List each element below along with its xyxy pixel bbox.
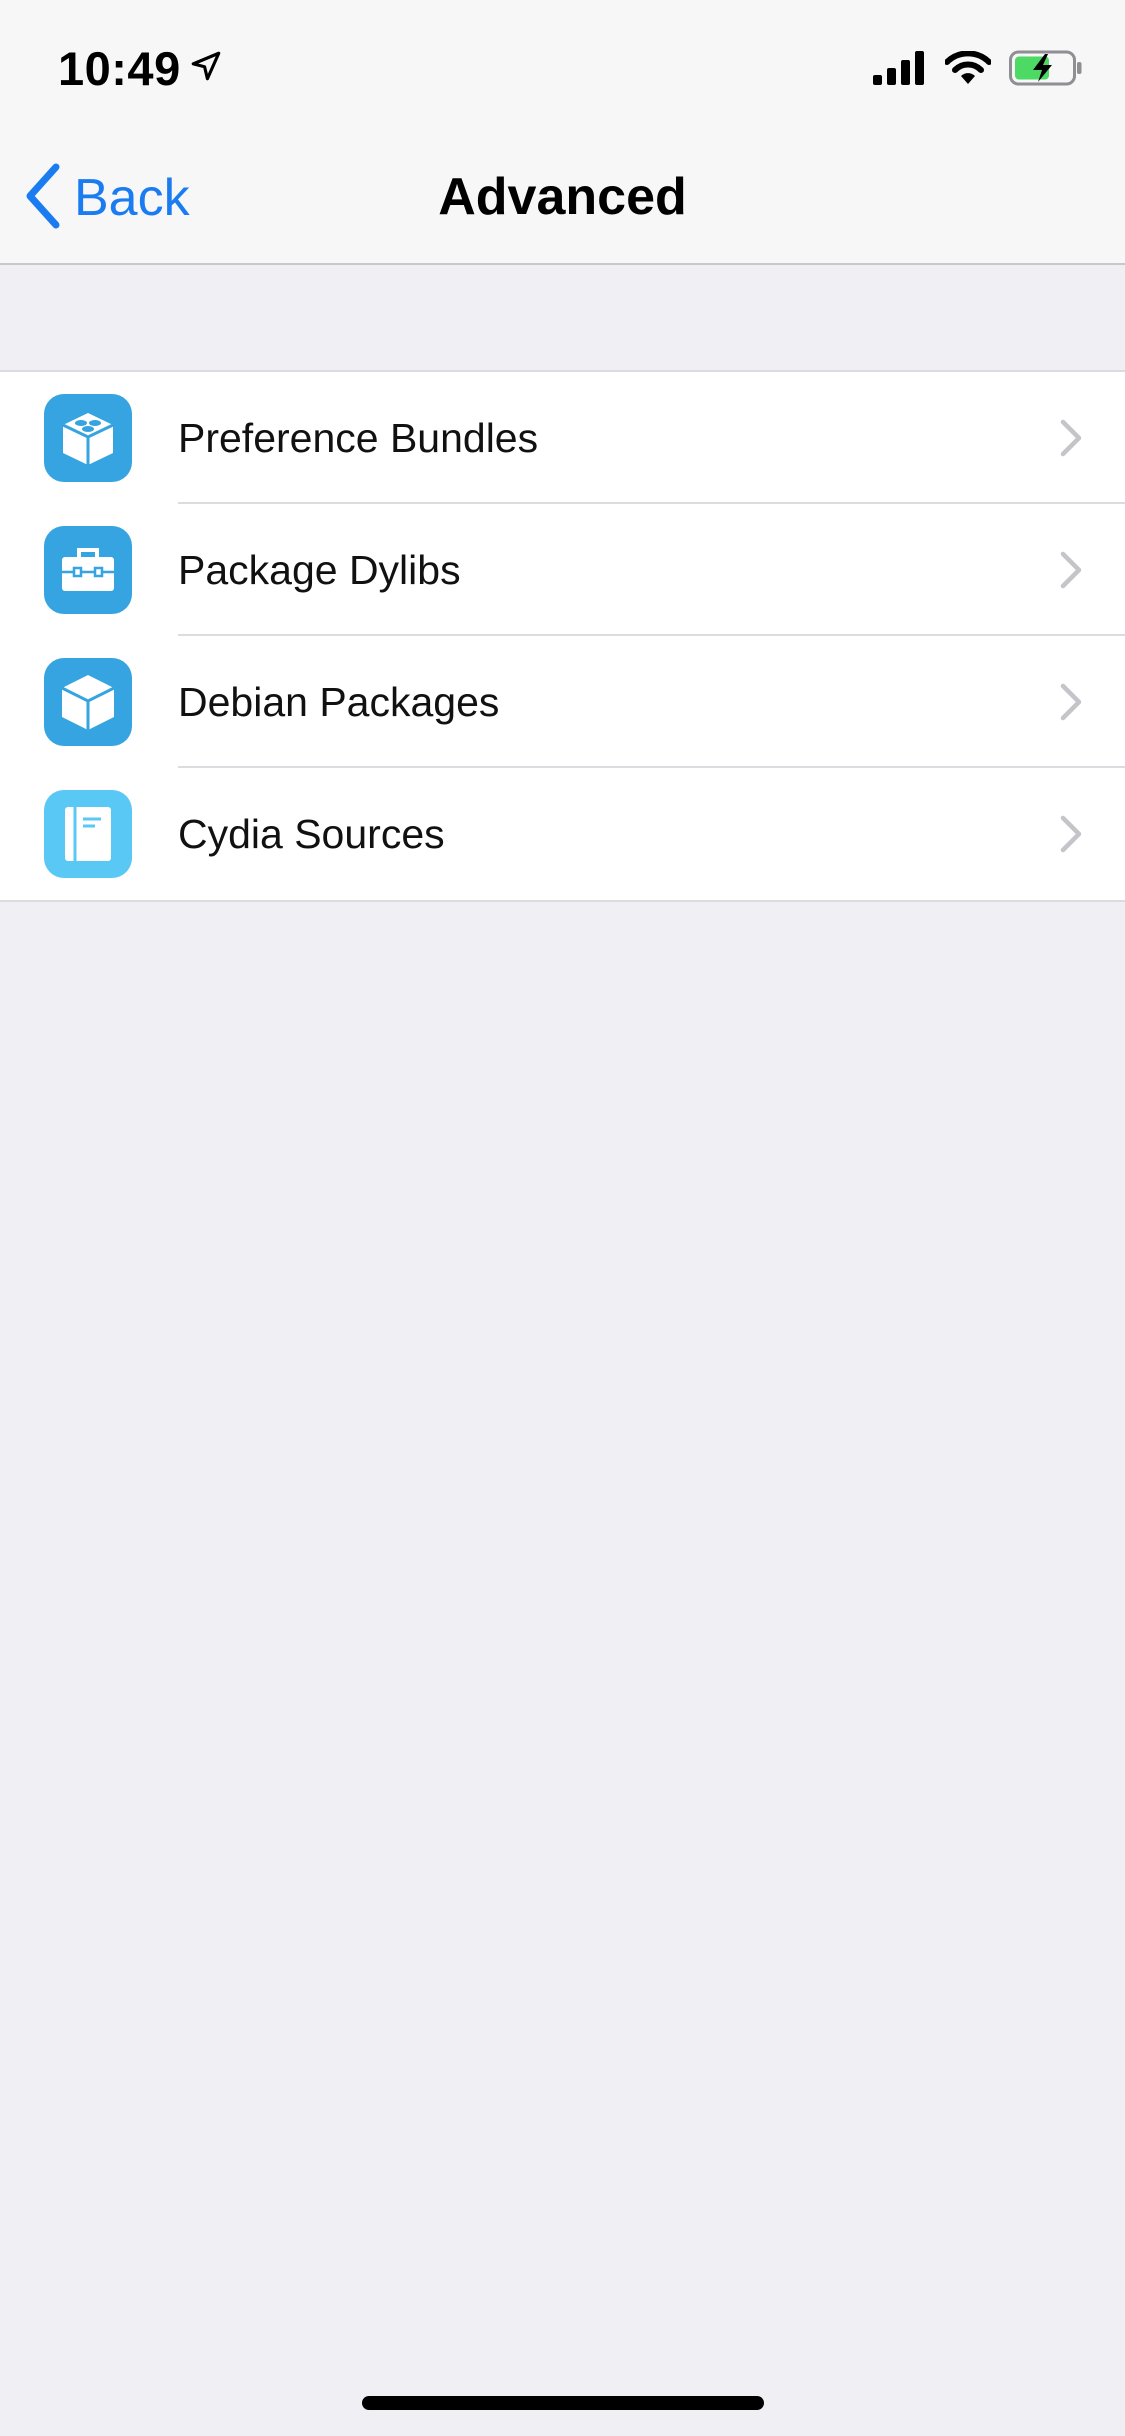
chevron-right-icon [1059, 814, 1083, 854]
page-title: Advanced [438, 168, 687, 226]
location-arrow-icon [189, 49, 223, 88]
toolbox-icon [44, 526, 132, 614]
lego-brick-icon [44, 394, 132, 482]
list-item-preference-bundles[interactable]: Preference Bundles [0, 372, 1125, 504]
list-item-debian-packages[interactable]: Debian Packages [0, 636, 1125, 768]
list-item-package-dylibs[interactable]: Package Dylibs [0, 504, 1125, 636]
battery-charging-icon [1009, 50, 1083, 91]
advanced-settings-list: Preference Bundles Package Dylibs Debian… [0, 370, 1125, 902]
navigation-bar: Back Advanced [0, 135, 1125, 265]
cube-box-icon [44, 658, 132, 746]
status-time-group: 10:49 [58, 38, 223, 98]
status-time: 10:49 [58, 41, 181, 95]
notebook-icon [44, 790, 132, 878]
status-bar: 10:49 [0, 0, 1125, 135]
home-indicator[interactable] [362, 2396, 764, 2410]
list-item-label: Cydia Sources [178, 811, 445, 857]
cellular-signal-icon [873, 50, 927, 90]
chevron-right-icon [1059, 550, 1083, 590]
list-item-label: Package Dylibs [178, 547, 461, 593]
wifi-icon [944, 49, 992, 90]
chevron-right-icon [1059, 682, 1083, 722]
list-item-label: Debian Packages [178, 679, 500, 725]
chevron-right-icon [1059, 418, 1083, 458]
status-icons [873, 48, 1083, 92]
list-item-cydia-sources[interactable]: Cydia Sources [0, 768, 1125, 900]
list-item-label: Preference Bundles [178, 415, 539, 461]
